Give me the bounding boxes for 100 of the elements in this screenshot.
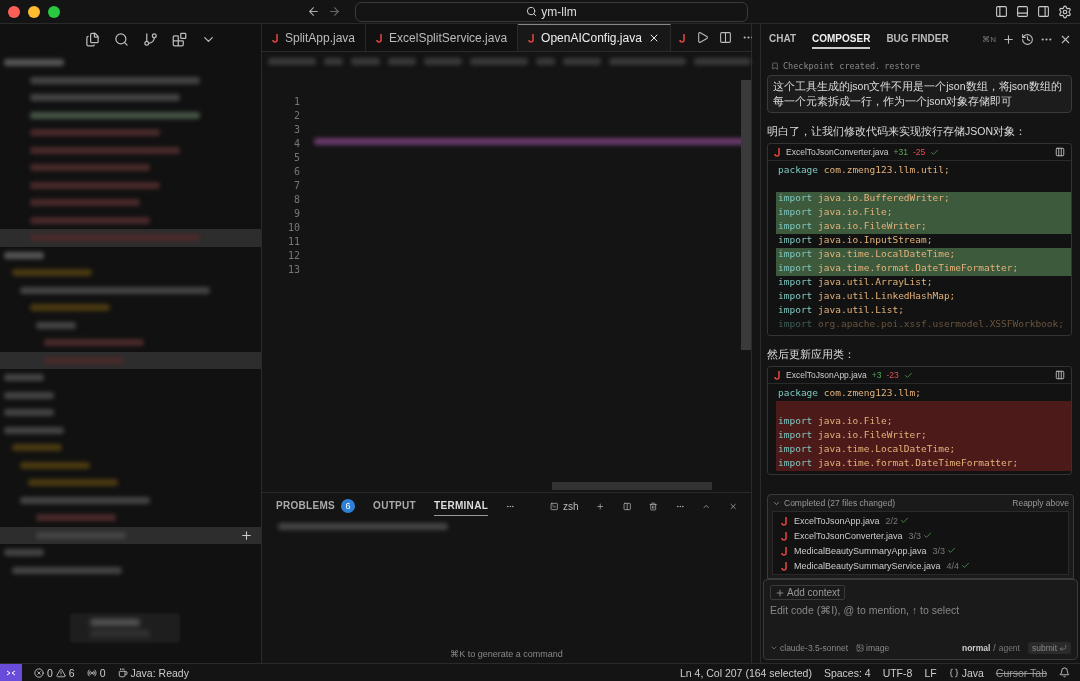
- remote-button[interactable]: [0, 663, 22, 681]
- trash-icon[interactable]: [649, 499, 658, 513]
- assistant-message: 明白了，让我们修改代码来实现按行存储JSON对象：: [767, 125, 1027, 139]
- add-context-button[interactable]: Add context: [770, 585, 845, 600]
- added-count: +3: [871, 370, 882, 380]
- changed-file-item[interactable]: MedicalBeautySummaryService.java 4/4: [773, 558, 1068, 573]
- changed-file-item[interactable]: ExcelToJsonApp.java 2/2: [773, 513, 1068, 528]
- warning-count[interactable]: 6: [68, 666, 75, 679]
- error-count[interactable]: 0: [47, 666, 53, 679]
- line-number: 1: [293, 96, 300, 109]
- ports-count[interactable]: 0: [99, 666, 106, 679]
- java-file-icon: [678, 32, 686, 43]
- blurred-text-drawing: [350, 57, 380, 65]
- blurred-text-drawing: [4, 426, 64, 434]
- indentation-status[interactable]: Spaces: 4: [823, 666, 871, 679]
- line-number: 13: [287, 264, 300, 277]
- extensions-icon[interactable]: [172, 31, 187, 47]
- panel-tab[interactable]: TERMINAL: [434, 496, 489, 516]
- blurred-text-drawing: [424, 57, 463, 65]
- chat-tab[interactable]: COMPOSER: [812, 30, 871, 49]
- assistant-message: 然后更新应用类：: [767, 348, 856, 362]
- search-icon[interactable]: [114, 31, 129, 47]
- changed-file-item[interactable]: ExcelToJsonConverter.java 3/3: [773, 528, 1068, 543]
- java-file-icon: [781, 515, 788, 526]
- blurred-text-drawing: [4, 549, 44, 557]
- enter-icon: [1059, 644, 1067, 652]
- diff-view-icon[interactable]: [1055, 147, 1065, 157]
- minimize-window-button[interactable]: [28, 5, 40, 18]
- panel-toggle-icon[interactable]: [1016, 5, 1029, 18]
- cursor-tab-status[interactable]: Cursor Tab: [995, 666, 1047, 679]
- panel-tab[interactable]: PROBLEMS 6: [276, 494, 356, 518]
- line-number: 2: [293, 110, 300, 123]
- blurred-text-drawing: [268, 57, 316, 65]
- java-file-icon: [781, 560, 788, 571]
- code-line: import java.io.InputStream;: [777, 234, 934, 247]
- blurred-text-drawing: [12, 444, 62, 452]
- line-number: 6: [293, 166, 300, 179]
- line-number: 11: [287, 236, 300, 249]
- warning-icon: [55, 667, 66, 678]
- model-selector[interactable]: claude-3.5-sonnet: [780, 643, 849, 653]
- changed-file-item[interactable]: MedicalBeautySummaryApp.java 3/3: [773, 543, 1068, 558]
- code-line: package com.zmeng123.llm;: [777, 387, 922, 400]
- check-icon: [930, 147, 940, 157]
- settings-icon[interactable]: [1058, 4, 1072, 19]
- search-text: ym-llm: [541, 4, 577, 19]
- blurred-text-drawing: [4, 391, 54, 399]
- blurred-text-drawing: [470, 57, 528, 65]
- line-number: 4: [293, 138, 300, 151]
- prompt-field[interactable]: Edit code (⌘I), @ to mention, ↑ to select: [770, 600, 1071, 620]
- encoding-status[interactable]: UTF-8: [882, 666, 913, 679]
- mode-option[interactable]: normal: [961, 643, 991, 653]
- scrollbar-thumb[interactable]: [552, 482, 712, 490]
- close-icon[interactable]: [1059, 33, 1072, 46]
- add-icon[interactable]: [240, 528, 253, 542]
- blurred-text-drawing: [323, 57, 343, 65]
- chat-tab[interactable]: CHAT: [769, 30, 797, 49]
- restore-link[interactable]: restore: [884, 61, 921, 71]
- plus-icon: [775, 587, 785, 598]
- check-icon: [903, 370, 913, 380]
- zoom-window-button[interactable]: [48, 5, 60, 18]
- history-icon[interactable]: [1021, 33, 1034, 46]
- forward-icon[interactable]: [328, 5, 341, 18]
- blurred-text-drawing: [20, 461, 90, 469]
- language-status[interactable]: Java: [961, 666, 984, 679]
- line-number: 3: [293, 124, 300, 137]
- split-editor-icon[interactable]: [718, 31, 732, 44]
- check-icon: [923, 531, 933, 540]
- blurred-text-drawing: [36, 321, 76, 329]
- cursor-position[interactable]: Ln 4, Col 207 (164 selected): [680, 666, 812, 679]
- diff-view-icon[interactable]: [1055, 370, 1065, 380]
- close-window-button[interactable]: [8, 5, 20, 18]
- eol-status[interactable]: LF: [924, 666, 937, 679]
- notifications-icon[interactable]: [1059, 667, 1070, 678]
- shell-name[interactable]: zsh: [562, 500, 579, 512]
- search-field[interactable]: ym-llm: [355, 1, 748, 22]
- secondary-sidebar-toggle-icon[interactable]: [1037, 5, 1050, 18]
- completed-title: Completed (27 files changed): [784, 498, 896, 508]
- new-chat-icon[interactable]: [1002, 33, 1015, 46]
- submit-button[interactable]: submit: [1027, 642, 1071, 654]
- blurred-text-drawing: [4, 374, 44, 382]
- run-icon[interactable]: [695, 31, 709, 44]
- explorer-icon[interactable]: [85, 31, 100, 47]
- java-status[interactable]: Java: Ready: [130, 666, 189, 679]
- chat-tab[interactable]: BUG FINDER: [886, 30, 949, 49]
- panel-tab[interactable]: OUTPUT: [373, 496, 416, 516]
- error-icon: [34, 667, 44, 678]
- blurred-text-drawing: [387, 57, 417, 65]
- editor-tab[interactable]: OpenAIConfig.java: [518, 24, 671, 51]
- mode-option[interactable]: agent: [998, 643, 1020, 653]
- braces-icon: [948, 667, 959, 678]
- added-count: +31: [893, 147, 908, 157]
- line-number: 5: [293, 152, 300, 165]
- reapply-link[interactable]: Reapply above: [1012, 498, 1069, 508]
- sidebar-toggle-icon[interactable]: [995, 5, 1008, 18]
- code-line: import org.apache.poi.xssf.usermodel.XSSFWorkbook;: [777, 318, 1065, 331]
- scrollbar-thumb[interactable]: [741, 80, 751, 350]
- back-icon[interactable]: [307, 5, 320, 18]
- blurred-text-drawing: [535, 57, 555, 65]
- image-button[interactable]: image: [866, 643, 890, 653]
- source-control-icon[interactable]: [143, 31, 158, 47]
